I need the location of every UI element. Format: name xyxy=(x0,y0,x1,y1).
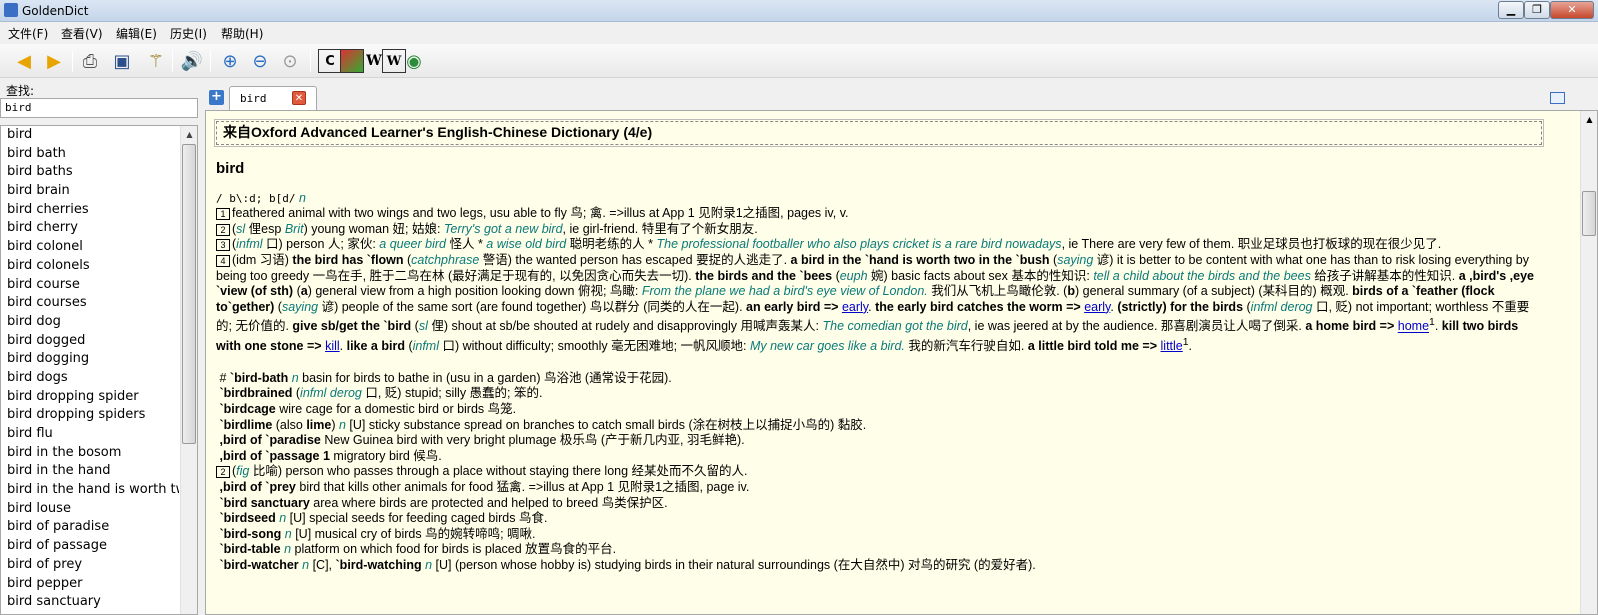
word-list-item[interactable]: bird baths xyxy=(1,163,179,182)
scroll-thumb[interactable] xyxy=(182,144,196,444)
sense-4: 4 (idm 习语) the bird has `flown (catchphra… xyxy=(216,252,1534,354)
word-list-item[interactable]: bird dogs xyxy=(1,369,179,388)
word-list-item[interactable]: bird dogging xyxy=(1,350,179,369)
compound-birdcage: `birdcage wire cage for a domestic bird … xyxy=(219,402,517,417)
compound-birdlime: `birdlime (also lime) n [U] sticky subst… xyxy=(219,417,867,432)
left-pane: 查找: bird bird bird bath bird baths bird bra… xyxy=(0,80,200,615)
pronounce-speaker-icon[interactable]: 🔊 xyxy=(180,49,204,73)
magic-wand-icon[interactable]: ⚚ xyxy=(144,49,168,73)
compound-bird-of-passage: ,bird of `passage 1 migratory bird 候鸟. xyxy=(219,448,442,463)
save-icon[interactable]: ▣ xyxy=(110,49,134,73)
search-input[interactable]: bird xyxy=(0,98,198,118)
word-list-item[interactable]: bird of prey xyxy=(1,556,179,575)
word-list-item[interactable]: bird bath xyxy=(1,145,179,164)
dictionary-color-icon[interactable] xyxy=(340,49,364,73)
word-list-item[interactable]: bird course xyxy=(1,276,179,295)
word-list-item[interactable]: bird sanctuary xyxy=(1,593,179,612)
globe-icon[interactable]: ◉ xyxy=(402,49,426,73)
word-list-item[interactable]: bird colonel xyxy=(1,238,179,257)
minimize-button[interactable]: ▁ xyxy=(1498,1,1524,19)
word-list-item[interactable]: bird dropping spiders xyxy=(1,406,179,425)
toolbar: ◀ ▶ ⎙ ▣ ⚚ 🔊 ⊕ ⊖ ⊙ C W W ◉ xyxy=(0,44,1598,78)
app-icon xyxy=(4,3,18,17)
compound-bird-song: `bird-song n [U] musical cry of birds 鸟的… xyxy=(219,526,536,541)
zoom-in-icon[interactable]: ⊕ xyxy=(218,49,242,73)
pronunciation: / b\:d; b[d/ n xyxy=(216,190,306,205)
menu-help[interactable]: 帮助(H) xyxy=(221,25,263,42)
headword: bird xyxy=(216,160,245,177)
window-title: GoldenDict xyxy=(22,4,89,18)
menu-history[interactable]: 历史(I) xyxy=(170,25,207,42)
word-list-item[interactable]: bird louse xyxy=(1,500,179,519)
compound-bird-of-passage-2: 2 (fig 比喻) person who passes through a pl… xyxy=(216,464,1542,480)
word-list-item[interactable]: bird dropping spider xyxy=(1,388,179,407)
print-icon[interactable]: ⎙ xyxy=(78,49,102,73)
compound-bird-watcher: `bird-watcher n [C], `bird-watching n [U… xyxy=(219,557,1036,572)
article-view[interactable]: 来自Oxford Advanced Learner's English-Chin… xyxy=(205,110,1598,615)
add-tab-button[interactable]: + xyxy=(209,90,224,105)
tab-bar: + bird ✕ xyxy=(205,86,1598,110)
tab-close-icon[interactable]: ✕ xyxy=(292,91,306,105)
tab-list-icon[interactable] xyxy=(1550,92,1565,104)
compound-bird-of-paradise: ,bird of `paradise New Guinea bird with … xyxy=(219,433,745,448)
tab-bird[interactable]: bird ✕ xyxy=(229,86,317,110)
word-list-item[interactable]: bird dog xyxy=(1,313,179,332)
article-scrollbar[interactable]: ▲ xyxy=(1580,111,1597,614)
menu-file[interactable]: 文件(F) xyxy=(8,25,48,42)
compound-bird-bath: # `bird-bath n basin for birds to bathe … xyxy=(216,370,672,385)
zoom-reset-icon[interactable]: ⊙ xyxy=(278,49,302,73)
word-list-item[interactable]: bird xyxy=(1,126,179,145)
back-arrow-icon[interactable]: ◀ xyxy=(12,49,36,73)
word-list[interactable]: bird bird bath bird baths bird brain bird ch… xyxy=(0,125,198,615)
compound-bird-of-prey: ,bird of `prey bird that kills other ani… xyxy=(219,480,750,494)
lookup-label: 查找: xyxy=(6,84,35,98)
word-list-item[interactable]: bird in the hand xyxy=(1,462,179,481)
word-list-item[interactable]: bird cherries xyxy=(1,201,179,220)
sense-3: 3 (infml 口) person 人; 家伙: a queer bird 怪人… xyxy=(216,237,1542,253)
sense-2: 2 (sl 俚esp Brit) young woman 妞; 姑娘: Terry… xyxy=(216,222,1542,238)
tab-label: bird xyxy=(240,92,267,105)
word-list-item[interactable]: bird flu xyxy=(1,425,179,444)
scroll-up-icon[interactable]: ▲ xyxy=(1581,111,1597,128)
word-list-item[interactable]: bird of paradise xyxy=(1,518,179,537)
close-button[interactable]: ✕ xyxy=(1550,1,1594,19)
word-list-item[interactable]: bird courses xyxy=(1,294,179,313)
word-list-item[interactable]: bird of passage xyxy=(1,537,179,556)
maximize-button[interactable]: ❐ xyxy=(1524,1,1550,19)
compound-bird-sanctuary: `bird sanctuary area where birds are pro… xyxy=(219,495,668,510)
menu-bar: 文件(F) 查看(V) 编辑(E) 历史(I) 帮助(H) xyxy=(0,22,1598,42)
sense-1: 1 feathered animal with two wings and two… xyxy=(216,206,1542,222)
dictionary-title[interactable]: 来自Oxford Advanced Learner's English-Chin… xyxy=(214,119,1544,147)
menu-edit[interactable]: 编辑(E) xyxy=(116,25,157,42)
word-list-item[interactable]: bird brain xyxy=(1,182,179,201)
forward-arrow-icon[interactable]: ▶ xyxy=(42,49,66,73)
scroll-thumb[interactable] xyxy=(1582,191,1596,236)
dictionary-c-icon[interactable]: C xyxy=(318,49,342,73)
menu-view[interactable]: 查看(V) xyxy=(61,25,103,42)
zoom-out-icon[interactable]: ⊖ xyxy=(248,49,272,73)
word-list-item[interactable]: bird pepper xyxy=(1,575,179,594)
article-pane: + bird ✕ 来自Oxford Advanced Learner's Eng… xyxy=(205,86,1598,615)
word-list-scrollbar[interactable]: ▲ xyxy=(180,126,197,614)
word-list-item[interactable]: bird cherry xyxy=(1,219,179,238)
compound-birdbrained: `birdbrained (infml derog 口, 贬) stupid; … xyxy=(219,386,543,401)
title-bar: GoldenDict ▁ ❐ ✕ xyxy=(0,0,1598,22)
compound-birdseed: `birdseed n [U] special seeds for feedin… xyxy=(219,511,548,526)
word-list-item[interactable]: bird colonels xyxy=(1,257,179,276)
compound-bird-table: `bird-table n platform on which food for… xyxy=(219,542,617,557)
scroll-up-icon[interactable]: ▲ xyxy=(181,126,197,143)
word-list-item[interactable]: bird dogged xyxy=(1,332,179,351)
word-list-item[interactable]: bird in the hand is worth two in xyxy=(1,481,179,500)
word-list-item[interactable]: bird in the bosom xyxy=(1,444,179,463)
